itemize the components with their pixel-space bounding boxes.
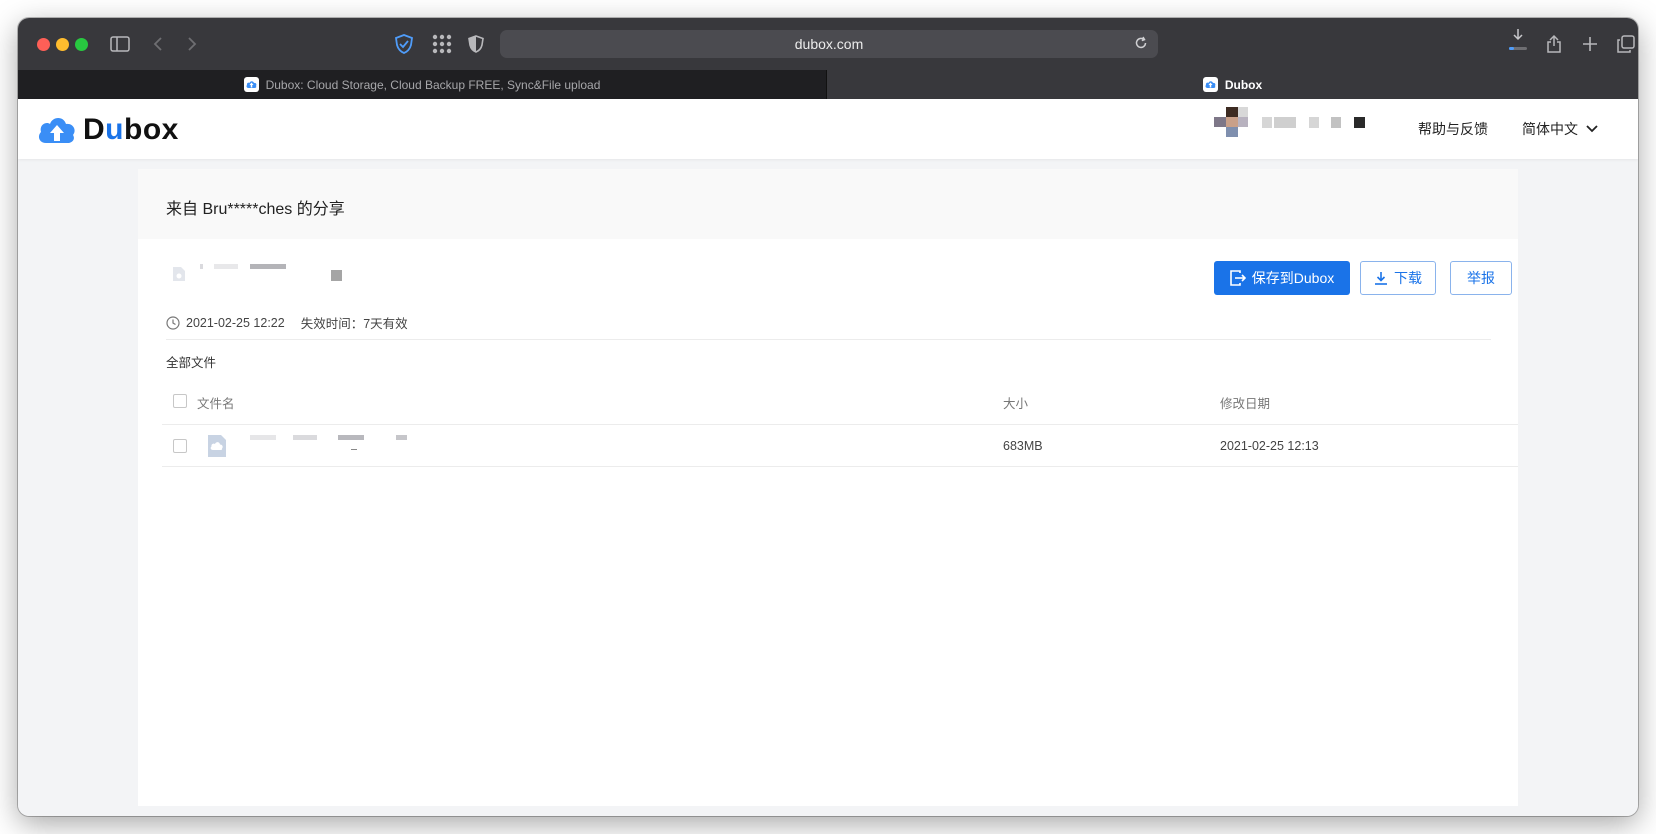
file-icon [173, 267, 185, 281]
file-icon [208, 435, 226, 457]
filename-redacted [396, 435, 407, 440]
share-icon[interactable] [1542, 32, 1566, 56]
divider [166, 339, 1491, 340]
tab-bar: Dubox: Cloud Storage, Cloud Backup FREE,… [18, 70, 1638, 99]
language-label: 简体中文 [1522, 121, 1578, 137]
filename-redacted [200, 264, 203, 269]
divider [162, 424, 1518, 425]
username-redacted [1354, 117, 1365, 128]
tab-title: Dubox: Cloud Storage, Cloud Backup FREE,… [265, 77, 601, 92]
breadcrumb[interactable]: 全部文件 [166, 352, 216, 371]
created-time: 2021-02-25 12:22 [186, 315, 285, 330]
browser-toolbar: dubox.com [18, 18, 1638, 70]
address-bar[interactable]: dubox.com [500, 30, 1158, 58]
file-size: 683MB [1003, 439, 1043, 453]
row-checkbox[interactable] [173, 439, 187, 453]
help-feedback-link[interactable]: 帮助与反馈 [1418, 119, 1488, 139]
username-redacted [1309, 117, 1319, 128]
page-content: Dubox 帮助与反馈 简体中文 来自 Bru*****ches 的分享 保存到… [18, 99, 1638, 816]
share-card: 来自 Bru*****ches 的分享 保存到Dubox 下载 举报 2021-… [138, 169, 1518, 806]
divider [162, 466, 1518, 467]
column-header-size[interactable]: 大小 [1003, 393, 1028, 412]
grid-icon[interactable] [430, 32, 454, 56]
tab-dubox[interactable]: Dubox [827, 70, 1638, 99]
logo-text: Dubox [83, 113, 179, 146]
share-meta: 2021-02-25 12:22 失效时间：7天有效 [166, 313, 408, 332]
tab-title: Dubox [1224, 77, 1263, 92]
dubox-favicon-icon [1202, 77, 1218, 92]
filename-redacted [214, 264, 238, 269]
filename-redacted [250, 264, 286, 269]
download-button[interactable]: 下载 [1360, 261, 1436, 295]
avatar[interactable] [1214, 107, 1250, 139]
filename-redacted [338, 435, 364, 440]
select-all-checkbox[interactable] [173, 394, 187, 408]
filename-redacted [331, 270, 342, 281]
back-icon[interactable] [146, 32, 170, 56]
reload-icon[interactable] [1134, 36, 1148, 53]
filename-redacted [250, 435, 276, 440]
expiry-text: 失效时间：7天有效 [300, 317, 408, 331]
clock-icon [166, 315, 180, 330]
download-icon[interactable] [1506, 28, 1530, 52]
new-tab-icon[interactable] [1578, 32, 1602, 56]
username-redacted [1274, 117, 1296, 128]
close-window-button[interactable] [37, 38, 50, 51]
column-header-name[interactable]: 文件名 [197, 393, 235, 412]
dubox-logo[interactable]: Dubox [37, 113, 179, 147]
filename-redacted [293, 435, 317, 440]
column-header-modified[interactable]: 修改日期 [1220, 393, 1270, 412]
share-card-header: 来自 Bru*****ches 的分享 [138, 169, 1518, 239]
share-title: 来自 Bru*****ches 的分享 [166, 201, 345, 218]
sidebar-icon[interactable] [108, 32, 132, 56]
save-icon [1229, 270, 1246, 286]
username-redacted [1262, 117, 1272, 128]
forward-icon[interactable] [180, 32, 204, 56]
privacy-icon[interactable] [464, 32, 488, 56]
shield-check-icon[interactable] [392, 32, 416, 56]
minimize-window-button[interactable] [56, 38, 69, 51]
dubox-cloud-icon [38, 117, 75, 143]
download-icon [1375, 272, 1387, 285]
site-header: Dubox 帮助与反馈 简体中文 [18, 99, 1638, 159]
browser-window: dubox.com Dubox: Cloud Storage, Cloud Ba… [18, 18, 1638, 816]
filename-redacted [351, 449, 357, 450]
tab-overview-icon[interactable] [1614, 32, 1638, 56]
tab-dubox-home[interactable]: Dubox: Cloud Storage, Cloud Backup FREE,… [18, 70, 827, 99]
username-redacted [1331, 117, 1341, 128]
report-button[interactable]: 举报 [1450, 261, 1512, 295]
save-to-dubox-button[interactable]: 保存到Dubox [1214, 261, 1350, 295]
file-modified-date: 2021-02-25 12:13 [1220, 439, 1319, 453]
language-selector[interactable]: 简体中文 [1522, 119, 1598, 139]
dubox-favicon-icon [243, 77, 259, 92]
zoom-window-button[interactable] [75, 38, 88, 51]
url-text: dubox.com [794, 36, 864, 52]
chevron-down-icon [1586, 125, 1598, 133]
